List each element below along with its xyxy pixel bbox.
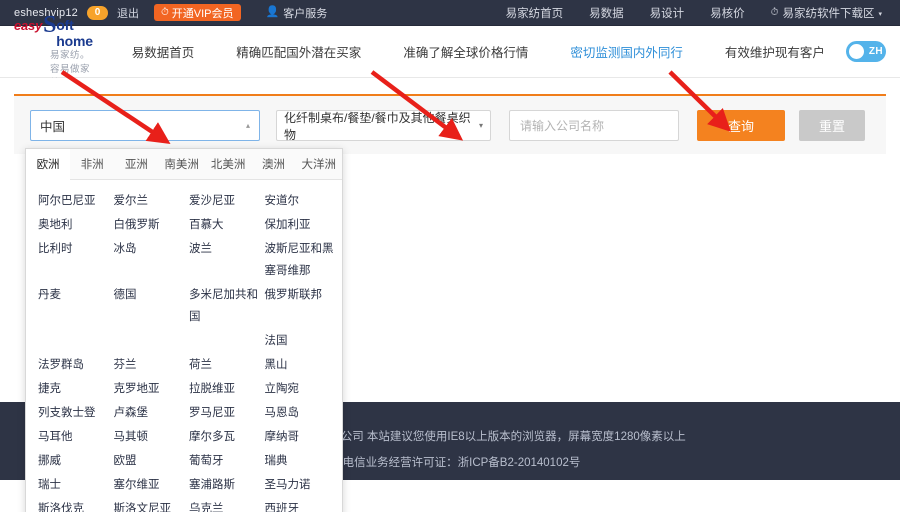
nav-item-monitor-peers[interactable]: 密切监测国内外同行 bbox=[549, 42, 704, 61]
continent-tab-africa[interactable]: 非洲 bbox=[70, 149, 114, 179]
country-option[interactable]: 法罗群岛 bbox=[38, 354, 114, 376]
country-option[interactable]: 塞浦路斯 bbox=[189, 474, 265, 496]
country-option[interactable]: 丹麦 bbox=[38, 284, 114, 328]
toggle-knob bbox=[848, 44, 864, 59]
logo-s-swoosh: S bbox=[43, 11, 57, 38]
continent-tab-asia[interactable]: 亚洲 bbox=[114, 149, 158, 179]
logo-easy-text: easy bbox=[14, 17, 43, 33]
country-option[interactable]: 芬兰 bbox=[114, 354, 190, 376]
country-option[interactable]: 拉脱维亚 bbox=[189, 378, 265, 400]
country-option[interactable]: 马恩岛 bbox=[265, 402, 341, 424]
logo-wordmark: easy S oft home bbox=[14, 11, 97, 49]
country-option[interactable]: 葡萄牙 bbox=[189, 450, 265, 472]
chevron-down-icon: ▾ bbox=[478, 121, 483, 130]
nav-item-data-home[interactable]: 易数据首页 bbox=[111, 42, 216, 61]
country-option[interactable]: 波斯尼亚和黑塞哥维那 bbox=[265, 238, 341, 282]
language-toggle-label: ZH bbox=[868, 46, 883, 57]
open-vip-button[interactable]: ⏱ 开通VIP会员 bbox=[153, 4, 241, 21]
continent-tab-europe[interactable]: 欧洲 bbox=[26, 149, 71, 180]
reset-button[interactable]: 重置 bbox=[799, 110, 865, 141]
search-filter-row: 中国 ▴ 化纤制桌布/餐垫/餐巾及其他餐桌织物 ▾ 查询 重置 bbox=[14, 96, 886, 142]
country-option[interactable]: 立陶宛 bbox=[265, 378, 341, 400]
country-option[interactable]: 爱沙尼亚 bbox=[189, 190, 265, 212]
download-clock-icon: ⏱ bbox=[770, 7, 779, 18]
country-option[interactable]: 荷兰 bbox=[189, 354, 265, 376]
content-body: 中国 ▴ 化纤制桌布/餐垫/餐巾及其他餐桌织物 ▾ 查询 重置 杭州易家纺网络技… bbox=[0, 78, 900, 512]
page-root: esheshvip12 0 退出 ⏱ 开通VIP会员 👤 客户服务 易家纺首页 … bbox=[0, 0, 900, 512]
topnav-software-download[interactable]: ⏱ 易家纺软件下载区 ▾ bbox=[771, 5, 882, 21]
country-option[interactable]: 列支敦士登 bbox=[38, 402, 114, 424]
country-option[interactable]: 乌克兰 bbox=[189, 498, 265, 512]
main-navbar: easy S oft home 易家纺。容易做家纺 易数据首页 精确匹配国外潜在… bbox=[0, 13, 900, 89]
country-option[interactable]: 安道尔 bbox=[265, 190, 341, 212]
language-toggle[interactable]: ZH bbox=[845, 41, 886, 62]
country-option[interactable]: 德国 bbox=[114, 284, 190, 328]
country-option[interactable]: 摩尔多瓦 bbox=[189, 426, 265, 448]
chevron-up-icon: ▴ bbox=[245, 121, 250, 130]
country-option[interactable]: 捷克 bbox=[38, 378, 114, 400]
country-option[interactable]: 俄罗斯联邦 bbox=[265, 284, 341, 328]
clock-icon: ⏱ bbox=[160, 6, 169, 18]
customer-service-label: 客户服务 bbox=[283, 7, 328, 20]
country-option[interactable]: 摩纳哥 bbox=[265, 426, 341, 448]
nav-item-price-trends[interactable]: 准确了解全球价格行情 bbox=[382, 42, 549, 61]
country-option[interactable]: 马耳他 bbox=[38, 426, 114, 448]
country-grid: 阿尔巴尼亚 爱尔兰 爱沙尼亚 安道尔奥地利 白俄罗斯 百慕大 保加利亚比利时 冰岛 波兰 波斯尼亚… bbox=[26, 180, 342, 512]
continent-tab-oceania[interactable]: 大洋洲 bbox=[296, 149, 343, 179]
country-option[interactable]: 保加利亚 bbox=[265, 214, 341, 236]
country-option[interactable]: 挪威 bbox=[38, 450, 114, 472]
topnav-pricing[interactable]: 易核价 bbox=[710, 5, 745, 21]
country-option[interactable]: 黑山 bbox=[265, 354, 341, 376]
country-option[interactable]: 马其顿 bbox=[114, 426, 190, 448]
continent-tab-north-america[interactable]: 北美洲 bbox=[205, 149, 252, 179]
company-name-input[interactable] bbox=[509, 110, 679, 141]
country-option[interactable]: 欧盟 bbox=[114, 450, 190, 472]
customer-service-link[interactable]: 👤 客户服务 bbox=[266, 5, 328, 21]
continent-tabs: 欧洲 非洲 亚洲 南美洲 北美洲 澳洲 大洋洲 bbox=[26, 149, 342, 180]
country-select-value: 中国 bbox=[40, 120, 66, 134]
logo-softhome-text: oft home bbox=[56, 16, 93, 49]
nav-item-match-buyers[interactable]: 精确匹配国外潜在买家 bbox=[215, 42, 382, 61]
country-option[interactable]: 白俄罗斯 bbox=[114, 214, 190, 236]
country-option[interactable]: 罗马尼亚 bbox=[189, 402, 265, 424]
continent-tab-south-america[interactable]: 南美洲 bbox=[158, 149, 205, 179]
country-option[interactable]: 爱尔兰 bbox=[114, 190, 190, 212]
country-option[interactable]: 瑞典 bbox=[265, 450, 341, 472]
country-option[interactable]: 奥地利 bbox=[38, 214, 114, 236]
chevron-down-icon: ▾ bbox=[878, 10, 882, 18]
category-select-value: 化纤制桌布/餐垫/餐巾及其他餐桌织物 bbox=[284, 110, 471, 142]
country-option[interactable]: 西班牙 bbox=[265, 498, 341, 512]
country-option[interactable]: 塞尔维亚 bbox=[114, 474, 190, 496]
country-option[interactable]: 冰岛 bbox=[114, 238, 190, 282]
query-button[interactable]: 查询 bbox=[697, 110, 785, 141]
country-option[interactable]: 卢森堡 bbox=[114, 402, 190, 424]
country-option[interactable]: 瑞士 bbox=[38, 474, 114, 496]
topnav-software-download-label: 易家纺软件下载区 bbox=[782, 7, 875, 20]
topnav-design[interactable]: 易设计 bbox=[650, 5, 685, 21]
country-option[interactable]: 阿尔巴尼亚 bbox=[38, 190, 114, 212]
topnav-data[interactable]: 易数据 bbox=[589, 5, 624, 21]
nav-items: 易数据首页 精确匹配国外潜在买家 准确了解全球价格行情 密切监测国内外同行 有效… bbox=[111, 42, 846, 61]
category-select[interactable]: 化纤制桌布/餐垫/餐巾及其他餐桌织物 ▾ bbox=[276, 110, 491, 142]
top-utility-bar: esheshvip12 0 退出 ⏱ 开通VIP会员 👤 客户服务 易家纺首页 … bbox=[0, 0, 900, 26]
nav-item-maintain-customers[interactable]: 有效维护现有客户 bbox=[704, 42, 846, 61]
country-option[interactable]: 圣马力诺 bbox=[265, 474, 341, 496]
country-option[interactable]: 斯洛伐克 bbox=[38, 498, 114, 512]
logout-link[interactable]: 退出 bbox=[117, 5, 139, 21]
open-vip-label: 开通VIP会员 bbox=[171, 7, 234, 20]
user-icon: 👤 bbox=[265, 6, 280, 18]
continent-tab-australia[interactable]: 澳洲 bbox=[251, 149, 295, 179]
topbar-right-group: 易家纺首页 易数据 易设计 易核价 ⏱ 易家纺软件下载区 ▾ bbox=[506, 5, 886, 21]
country-option[interactable]: 斯洛文尼亚 bbox=[114, 498, 190, 512]
country-option[interactable]: 波兰 bbox=[189, 238, 265, 282]
topnav-home[interactable]: 易家纺首页 bbox=[506, 5, 564, 21]
country-option[interactable]: 百慕大 bbox=[189, 214, 265, 236]
country-option[interactable]: 克罗地亚 bbox=[114, 378, 190, 400]
country-option[interactable]: 多米尼加共和国 bbox=[189, 284, 265, 328]
country-option[interactable]: 比利时 bbox=[38, 238, 114, 282]
search-filter-panel: 中国 ▴ 化纤制桌布/餐垫/餐巾及其他餐桌织物 ▾ 查询 重置 bbox=[14, 94, 886, 154]
country-dropdown-panel: 欧洲 非洲 亚洲 南美洲 北美洲 澳洲 大洋洲 阿尔巴尼亚 爱尔兰 爱沙尼亚 安道尔奥… bbox=[25, 148, 343, 512]
country-option[interactable]: 法国 bbox=[265, 330, 341, 352]
country-select[interactable]: 中国 ▴ bbox=[30, 110, 260, 141]
